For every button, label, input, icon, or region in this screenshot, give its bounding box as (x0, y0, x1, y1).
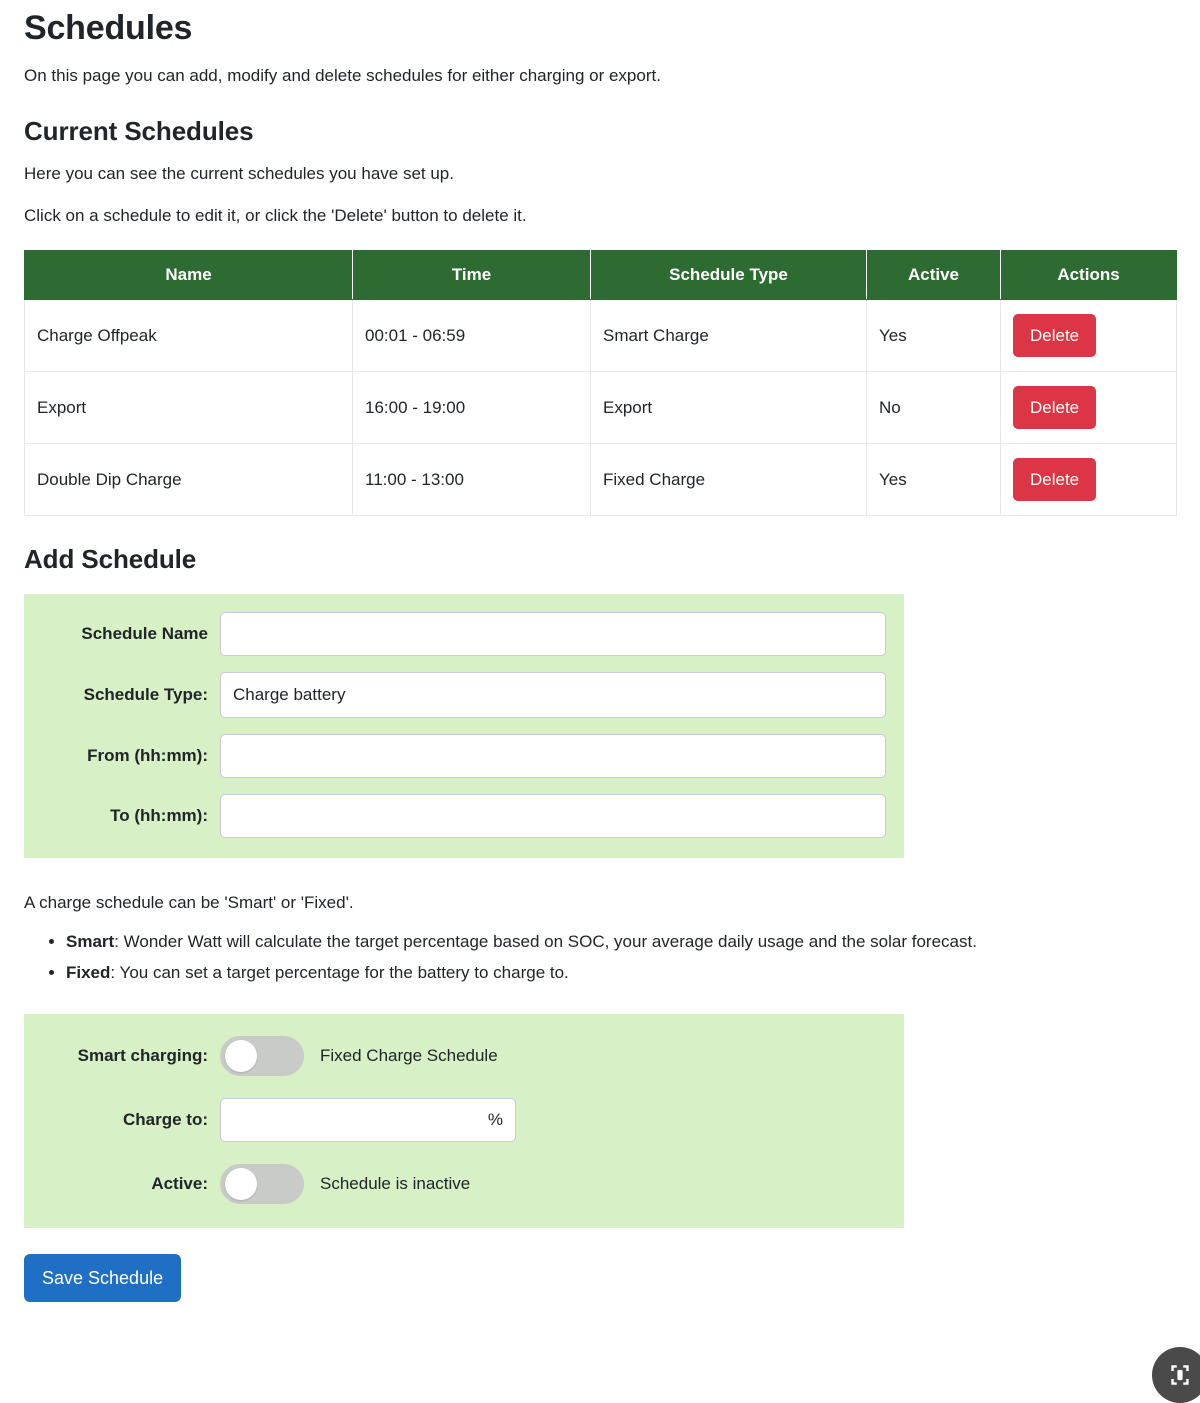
schedule-name-input[interactable] (220, 611, 886, 656)
toggle-knob-icon (225, 1039, 257, 1072)
label-schedule-name: Schedule Name (81, 623, 208, 643)
table-row[interactable]: Export 16:00 - 19:00 Export No Delete (24, 371, 1177, 445)
cell-schedule-type: Export (590, 371, 867, 445)
list-item: Smart: Wonder Watt will calculate the ta… (66, 929, 1176, 955)
table-row[interactable]: Double Dip Charge 11:00 - 13:00 Fixed Ch… (24, 443, 1177, 517)
label-charge-to: Charge to: (123, 1109, 208, 1129)
cell-schedule-time: 00:01 - 06:59 (352, 299, 591, 373)
chat-assistant-icon (1171, 1365, 1189, 1385)
label-from-time: From (hh:mm): (87, 745, 208, 765)
percent-unit-label: % (487, 1109, 503, 1129)
to-time-input[interactable] (220, 793, 886, 838)
bullet-term-smart: Smart (66, 932, 115, 952)
column-header-type: Schedule Type (590, 250, 867, 301)
add-schedule-heading: Add Schedule (24, 544, 197, 575)
page-container: Schedules On this page you can add, modi… (0, 8, 1200, 1302)
smart-charging-toggle[interactable] (220, 1035, 304, 1076)
label-smart-charging: Smart charging: (77, 1045, 208, 1065)
active-state-text: Schedule is inactive (320, 1173, 471, 1193)
active-toggle[interactable] (220, 1163, 304, 1204)
charge-to-input[interactable]: % (220, 1097, 516, 1142)
cell-schedule-name[interactable]: Double Dip Charge (24, 443, 353, 517)
schedule-type-select[interactable]: Charge battery (220, 671, 886, 718)
cell-schedule-active: Yes (866, 443, 1001, 517)
label-active: Active: (151, 1173, 208, 1193)
column-header-active: Active (866, 250, 1001, 301)
page-title: Schedules (24, 9, 193, 47)
cell-schedule-time: 16:00 - 19:00 (352, 371, 591, 445)
form-row-active: Active: Schedule is inactive (24, 1163, 904, 1204)
toggle-knob-icon (225, 1167, 257, 1200)
schedules-table: Name Time Schedule Type Active Actions C… (24, 250, 1177, 517)
page-intro-text: On this page you can add, modify and del… (24, 65, 661, 85)
cell-actions: Delete (1000, 371, 1177, 445)
form-row-smart-charging: Smart charging: Fixed Charge Schedule (24, 1035, 904, 1076)
schedules-table-head: Name Time Schedule Type Active Actions (24, 250, 1177, 301)
from-time-input[interactable] (220, 733, 886, 778)
current-schedules-hint: Click on a schedule to edit it, or click… (24, 205, 527, 225)
charge-info-intro: A charge schedule can be 'Smart' or 'Fix… (24, 892, 354, 912)
cell-schedule-name[interactable]: Export (24, 371, 353, 445)
column-header-actions: Actions (1000, 250, 1177, 301)
cell-schedule-type: Fixed Charge (590, 443, 867, 517)
cell-schedule-active: Yes (866, 299, 1001, 373)
label-schedule-type: Schedule Type: (83, 684, 208, 704)
table-row[interactable]: Charge Offpeak 00:01 - 06:59 Smart Charg… (24, 299, 1177, 373)
form-row-schedule-type: Schedule Type: Charge battery (24, 671, 904, 718)
cell-schedule-time: 11:00 - 13:00 (352, 443, 591, 517)
charge-info-bullet-list: Smart: Wonder Watt will calculate the ta… (24, 929, 1176, 986)
cell-schedule-active: No (866, 371, 1001, 445)
current-schedules-description: Here you can see the current schedules y… (24, 164, 454, 184)
form-row-from-time: From (hh:mm): (24, 733, 904, 778)
smart-charging-state-text: Fixed Charge Schedule (320, 1045, 498, 1065)
bullet-text-fixed: : You can set a target percentage for th… (110, 962, 569, 982)
column-header-time: Time (352, 250, 591, 301)
column-header-name: Name (24, 250, 353, 301)
delete-button[interactable]: Delete (1013, 458, 1097, 502)
delete-button[interactable]: Delete (1013, 314, 1097, 358)
label-to-time: To (hh:mm): (110, 805, 208, 825)
save-schedule-button[interactable]: Save Schedule (24, 1253, 182, 1302)
form-row-to-time: To (hh:mm): (24, 793, 904, 838)
current-schedules-heading: Current Schedules (24, 116, 254, 147)
table-header-row: Name Time Schedule Type Active Actions (24, 250, 1177, 301)
bullet-term-fixed: Fixed (66, 962, 111, 982)
cell-actions: Delete (1000, 299, 1177, 373)
cell-schedule-name[interactable]: Charge Offpeak (24, 299, 353, 373)
bullet-text-smart: : Wonder Watt will calculate the target … (114, 932, 977, 952)
form-row-charge-to: Charge to: % (24, 1097, 904, 1142)
form-row-schedule-name: Schedule Name (24, 611, 904, 656)
schedules-table-body: Charge Offpeak 00:01 - 06:59 Smart Charg… (24, 299, 1177, 517)
assistant-fab-button[interactable] (1152, 1347, 1200, 1403)
charge-settings-panel: Smart charging: Fixed Charge Schedule Ch… (24, 1013, 904, 1228)
delete-button[interactable]: Delete (1013, 386, 1097, 430)
cell-actions: Delete (1000, 443, 1177, 517)
cell-schedule-type: Smart Charge (590, 299, 867, 373)
list-item: Fixed: You can set a target percentage f… (66, 960, 1176, 986)
add-schedule-form-panel: Schedule Name Schedule Type: Charge batt… (24, 593, 904, 858)
